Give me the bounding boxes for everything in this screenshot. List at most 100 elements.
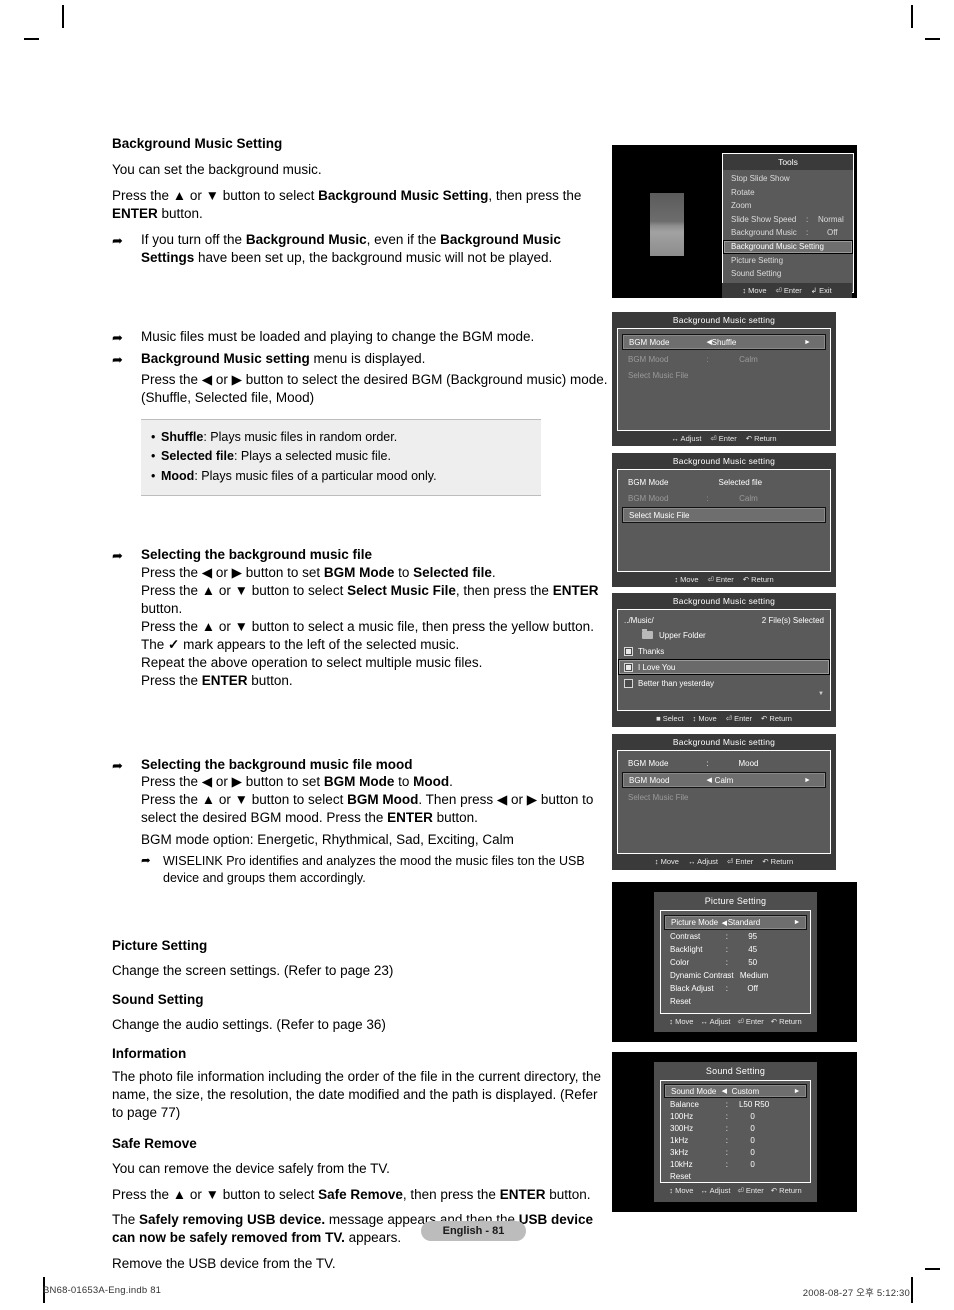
tools-item-stop-slide-show[interactable]: Stop Slide Show <box>723 172 853 186</box>
value: Calm <box>739 354 758 364</box>
nav-exit: ↲ Exit <box>810 286 832 295</box>
step-set-bgm-mode-selected-file: Press the ◀ or ▶ button to set BGM Mode … <box>141 564 612 582</box>
txt-bold: Selected file <box>161 449 234 464</box>
right-arrow-icon[interactable]: ► <box>793 1088 800 1095</box>
footer-timestamp: 2008-08-27 오후 5:12:30 <box>802 1288 910 1299</box>
colon: : <box>725 958 729 967</box>
note-text: WISELINK Pro identifies and analyzes the… <box>163 854 585 885</box>
txt: Press the ◀ or ▶ button to set <box>141 774 324 790</box>
value: 95 <box>748 932 758 941</box>
tools-item-background-music-setting[interactable]: Background Music Setting <box>723 239 853 254</box>
left-arrow-icon[interactable]: ◀ <box>706 776 711 784</box>
bgm-row-select-music-file[interactable]: Select Music File <box>622 507 826 523</box>
picture-row-dynamic-contrast[interactable]: Dynamic Contrast : Medium <box>664 969 807 982</box>
bgm-row-bgm-mode[interactable]: BGM Mode Selected file <box>622 475 826 489</box>
tools-item-picture-setting[interactable]: Picture Setting <box>723 254 853 268</box>
picture-row-backlight[interactable]: Backlight : 45 <box>664 943 807 956</box>
picture-setting-body: Picture Mode ◀ Standard ► Contrast : 95 … <box>660 910 811 1014</box>
sound-row-balance[interactable]: Balance : L50 R50 <box>664 1098 807 1110</box>
sound-setting-title: Sound Setting <box>654 1062 817 1080</box>
bgm-row-bgm-mode[interactable]: BGM Mode : Mood <box>622 756 826 770</box>
label: Background Music Setting <box>731 241 824 251</box>
paragraph-safe-remove-intro: You can remove the device safely from th… <box>112 1160 390 1176</box>
file-list-item-thanks[interactable]: Thanks <box>618 643 830 659</box>
txt: , then press the <box>455 582 553 598</box>
picture-row-contrast[interactable]: Contrast : 95 <box>664 930 807 943</box>
bgm-row-bgm-mode[interactable]: BGM Mode ◀ Shuffle ► <box>622 334 826 350</box>
file-list-upper-folder[interactable]: Upper Folder <box>618 627 830 643</box>
heading-picture-setting: Picture Setting <box>112 938 208 954</box>
label: Backlight <box>670 945 703 954</box>
nav-enter: ⏎ Enter <box>710 434 737 443</box>
bgm-mode-options-list: BGM mode option: Energetic, Rhythmical, … <box>141 832 514 848</box>
heading-sound-setting: Sound Setting <box>112 992 204 1008</box>
value: L50 R50 <box>738 1099 770 1109</box>
checkbox-unchecked-icon[interactable] <box>624 678 633 688</box>
picture-row-black-adjust[interactable]: Black Adjust : Off <box>664 982 807 995</box>
label: Select Music File <box>629 510 690 520</box>
picture-row-reset[interactable]: Reset <box>664 995 807 1008</box>
checkbox-checked-icon[interactable] <box>624 646 633 656</box>
left-arrow-icon[interactable]: ◀ <box>722 919 727 927</box>
right-arrow-icon[interactable]: ► <box>804 339 811 346</box>
file-list-item-i-love-you[interactable]: I Love You <box>618 659 830 675</box>
nav-return: ↶ Return <box>761 714 792 723</box>
sound-row-3khz[interactable]: 3kHz : 0 <box>664 1146 807 1158</box>
note-text: Music files must be loaded and playing t… <box>141 328 535 344</box>
nav-enter: ⏎ Enter <box>775 286 802 295</box>
picture-setting-window: Picture Setting Picture Mode ◀ Standard … <box>654 892 817 1032</box>
value: Calm <box>714 775 734 785</box>
right-arrow-icon[interactable]: ► <box>804 777 811 784</box>
nav-adjust: ↔ Adjust <box>671 434 702 443</box>
tools-item-slide-show-speed[interactable]: Slide Show Speed: Normal <box>723 213 853 227</box>
nav-return: ↶ Return <box>770 1017 802 1026</box>
value: 50 <box>748 958 758 967</box>
scroll-down-indicator-icon[interactable]: ▼ <box>618 691 830 698</box>
value: Off <box>747 984 758 993</box>
sound-row-sound-mode[interactable]: Sound Mode ◀ Custom ► <box>664 1084 807 1098</box>
bgm-row-bgm-mood[interactable]: BGM Mood ◀ Calm ► <box>622 772 826 788</box>
value: 0 <box>750 1159 755 1169</box>
txt: Press the ◀ or ▶ button to set <box>141 564 324 580</box>
nav-adjust: ↔ Adjust <box>700 1017 731 1026</box>
arrow-bullet-icon: ➦ <box>112 547 123 563</box>
sound-row-1khz[interactable]: 1kHz : 0 <box>664 1134 807 1146</box>
sound-row-10khz[interactable]: 10kHz : 0 <box>664 1158 807 1170</box>
tools-item-sound-setting[interactable]: Sound Setting <box>723 267 853 281</box>
file-name: I Love You <box>638 662 676 672</box>
sound-row-reset[interactable]: Reset <box>664 1170 807 1182</box>
left-arrow-icon[interactable]: ◀ <box>722 1087 727 1095</box>
txt: button. <box>157 205 203 221</box>
sound-row-100hz[interactable]: 100Hz : 0 <box>664 1110 807 1122</box>
label: BGM Mood <box>628 493 669 503</box>
txt: . <box>449 774 453 790</box>
txt-bold: ENTER <box>387 810 433 826</box>
checkbox-checked-icon[interactable] <box>624 662 633 672</box>
sound-row-300hz[interactable]: 300Hz : 0 <box>664 1122 807 1134</box>
crop-mark-bottom-right-vertical <box>911 1277 913 1303</box>
tools-item-rotate[interactable]: Rotate <box>723 186 853 200</box>
txt-bold: Selected file <box>413 564 492 580</box>
picture-row-picture-mode[interactable]: Picture Mode ◀ Standard ► <box>664 915 807 930</box>
note-wiselink-pro: ➦ WISELINK Pro identifies and analyzes t… <box>141 853 612 886</box>
heading-information: Information <box>112 1045 187 1061</box>
tools-menu-title: Tools <box>723 154 853 170</box>
bgm-selected-nav-bar: ↕ Move ⏎ Enter ↶ Return <box>612 572 836 587</box>
nav-enter: ⏎ Enter <box>725 714 753 723</box>
file-list-item-better-than-yesterday[interactable]: Better than yesterday <box>618 675 830 691</box>
txt: to <box>394 564 414 580</box>
bgm-mood-nav-bar: ↕ Move ↔ Adjust ⏎ Enter ↶ Return <box>612 854 836 869</box>
txt-bold: Background Music setting <box>141 350 310 366</box>
tools-item-background-music[interactable]: Background Music: Off <box>723 226 853 240</box>
arrow-bullet-icon: ➦ <box>112 232 123 248</box>
crop-mark-bottom-right-horizontal <box>925 1268 940 1270</box>
tools-menu-items: Stop Slide Show Rotate Zoom Slide Show S… <box>723 170 853 301</box>
value: 0 <box>750 1123 755 1133</box>
label: BGM Mood <box>628 354 669 364</box>
tools-item-zoom[interactable]: Zoom <box>723 199 853 213</box>
label: Reset <box>670 997 691 1006</box>
right-arrow-icon[interactable]: ► <box>793 919 800 926</box>
arrow-bullet-icon: ➦ <box>112 329 123 345</box>
picture-row-color[interactable]: Color : 50 <box>664 956 807 969</box>
paragraph-information: The photo file information including the… <box>112 1068 602 1120</box>
